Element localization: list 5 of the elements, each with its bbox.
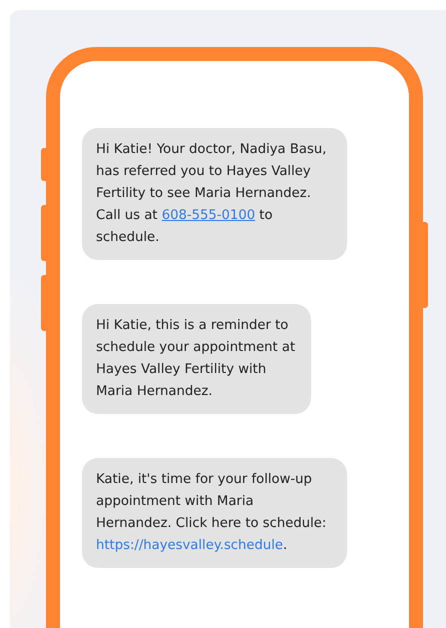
- message-link[interactable]: 608-555-0100: [162, 208, 256, 223]
- message-link[interactable]: https://hayesvalley.schedule: [96, 538, 284, 553]
- message-bubble: Katie, it's time for your follow-up appointment with Maria Hernandez. Click here to schedule: https://hayesvalley.schedule.: [82, 458, 347, 568]
- message-bubble: Hi Katie, this is a reminder to schedule your appointment at Hayes Valley Fertility with Maria Hernandez.: [82, 304, 311, 414]
- message-bubble: Hi Katie! Your doctor, Nadiya Basu, has referred you to Hayes Valley Fertility to see Maria Hernandez. Call us at 608-555-0100 to schedule.: [82, 128, 347, 260]
